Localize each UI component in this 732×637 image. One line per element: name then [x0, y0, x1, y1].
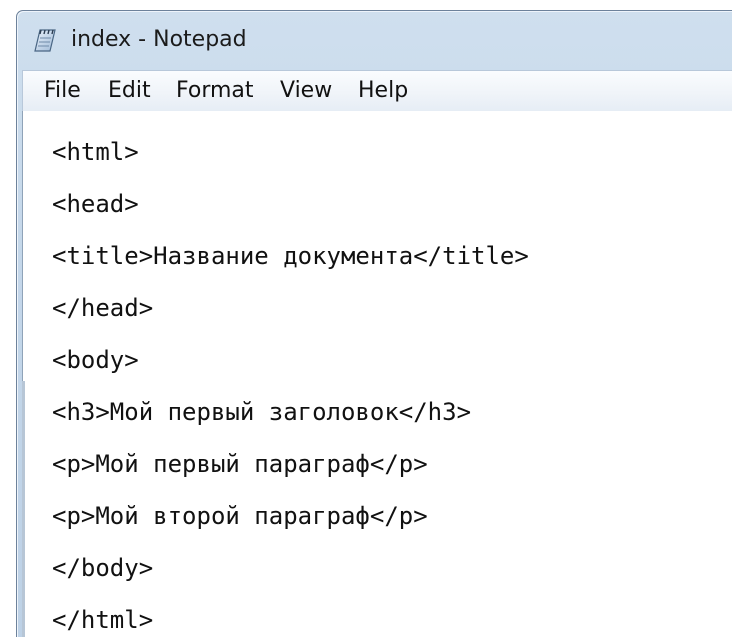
notepad-icon[interactable] [33, 27, 57, 53]
menu-view[interactable]: View [280, 71, 332, 111]
code-line: <p>Мой первый параграф</p> [52, 450, 428, 478]
window-title: index - Notepad [71, 27, 247, 52]
code-line: </body> [52, 554, 154, 582]
code-line: <head> [52, 190, 139, 218]
menu-file[interactable]: File [44, 71, 81, 111]
scrollbar-edge[interactable] [22, 381, 25, 637]
code-line: <html> [52, 138, 139, 166]
text-editor-area[interactable]: <html> <head> <title>Название документа<… [22, 111, 732, 637]
code-line: <body> [52, 346, 139, 374]
code-line: </html> [52, 606, 154, 634]
code-line: <title>Название документа</title> [52, 242, 529, 270]
title-bar[interactable]: index - Notepad [17, 11, 732, 69]
menu-format[interactable]: Format [176, 71, 254, 111]
code-line: </head> [52, 294, 154, 322]
notepad-window: index - Notepad File Edit Format View He… [16, 10, 732, 637]
code-line: <h3>Мой первый заголовок</h3> [52, 398, 472, 426]
menu-bar: File Edit Format View Help [22, 70, 732, 112]
menu-help[interactable]: Help [358, 71, 408, 111]
menu-edit[interactable]: Edit [108, 71, 151, 111]
code-line: <p>Мой второй параграф</p> [52, 502, 428, 530]
